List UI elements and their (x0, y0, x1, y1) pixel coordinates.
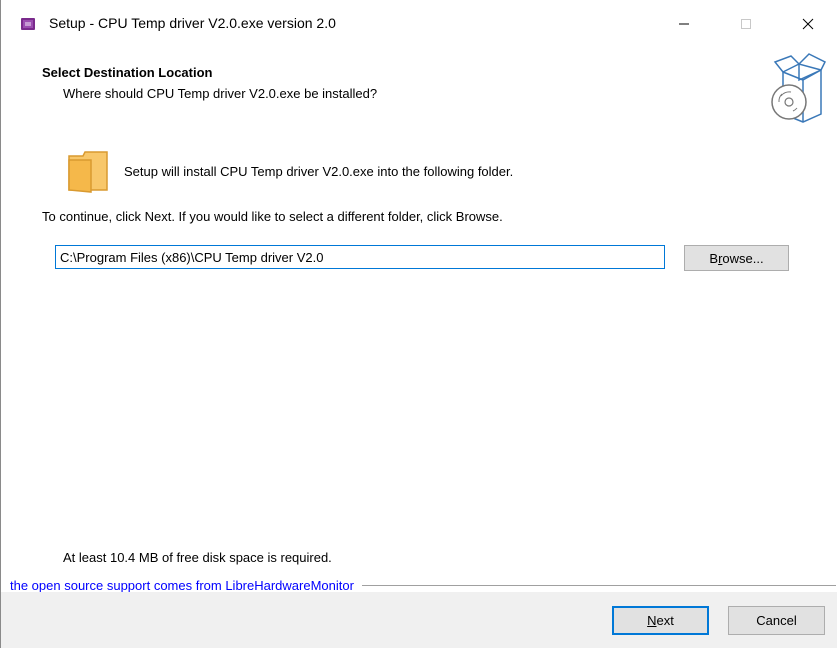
destination-path-input[interactable] (55, 245, 665, 269)
install-info-text: Setup will install CPU Temp driver V2.0.… (124, 164, 514, 179)
continue-instructions: To continue, click Next. If you would li… (42, 209, 503, 224)
page-title: Select Destination Location (42, 65, 213, 80)
cancel-button[interactable]: Cancel (728, 606, 825, 635)
window-title: Setup - CPU Temp driver V2.0.exe version… (49, 15, 336, 31)
setup-app-icon (21, 18, 35, 30)
close-button[interactable] (785, 8, 831, 40)
disk-space-text: At least 10.4 MB of free disk space is r… (63, 550, 332, 565)
browse-button[interactable]: Br owse... (684, 245, 789, 271)
minimize-button[interactable] (661, 8, 707, 40)
box-with-disc-icon (771, 53, 827, 123)
folder-icon (68, 151, 108, 193)
next-button[interactable]: Next (612, 606, 709, 635)
minimize-icon (679, 23, 689, 25)
cancel-label: Cancel (756, 613, 797, 628)
title-bar[interactable]: Setup - CPU Temp driver V2.0.exe version… (1, 0, 837, 48)
next-label-post: ext (656, 613, 674, 628)
close-icon (802, 18, 814, 30)
browse-label-post: owse... (722, 250, 764, 266)
branding-text: the open source support comes from Libre… (10, 578, 362, 593)
maximize-button[interactable] (723, 8, 769, 40)
browse-label-pre: B (709, 250, 719, 266)
next-label-accel: N (647, 613, 657, 628)
footer-bar (1, 592, 837, 648)
page-subtitle: Where should CPU Temp driver V2.0.exe be… (63, 86, 378, 101)
window-left-border (0, 0, 1, 648)
maximize-icon (741, 19, 751, 29)
